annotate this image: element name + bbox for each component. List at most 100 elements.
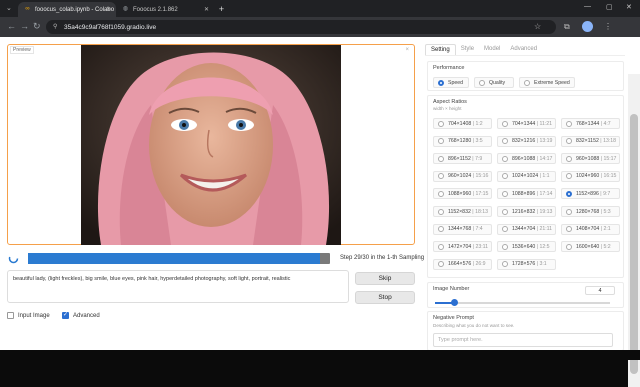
radio-dot[interactable] [438, 261, 444, 268]
radio-dot[interactable] [438, 243, 444, 250]
aspect-option[interactable]: 1088×960 | 17:15 [433, 188, 492, 200]
radio-label: Extreme Speed [534, 79, 570, 86]
aspect-option[interactable]: 1600×640 | 5:2 [561, 241, 620, 253]
aspect-size: 896×1088 [512, 155, 536, 162]
radio-dot[interactable] [566, 155, 572, 162]
radio-dot[interactable] [502, 138, 508, 145]
maximize-icon[interactable]: ▢ [606, 3, 613, 11]
image-number-slider[interactable] [435, 299, 610, 306]
input-image-checkbox[interactable]: Input Image [7, 312, 50, 319]
prompt-input[interactable]: beautiful lady, (light freckles), big sm… [7, 270, 349, 303]
performance-extreme-speed[interactable]: Extreme Speed [519, 77, 575, 88]
aspect-option[interactable]: 1216×832 | 19:13 [497, 206, 556, 217]
extensions-icon[interactable]: ⧉ [564, 22, 570, 32]
menu-icon[interactable]: ⋮ [604, 22, 612, 31]
tab-model[interactable]: Model [479, 44, 505, 55]
radio-dot[interactable] [566, 190, 572, 197]
aspect-option[interactable]: 704×1408 | 1:2 [433, 118, 492, 129]
radio-dot[interactable] [566, 138, 572, 145]
radio-dot[interactable] [566, 208, 572, 215]
radio-dot[interactable] [438, 190, 444, 197]
tab-search-icon[interactable]: ⌄ [6, 4, 15, 13]
performance-speed[interactable]: Speed [433, 77, 469, 88]
radio-dot[interactable] [502, 155, 508, 162]
scrollbar-thumb[interactable] [630, 114, 638, 374]
minimize-icon[interactable]: — [584, 3, 591, 10]
aspect-option[interactable]: 1088×896 | 17:14 [497, 188, 556, 200]
aspect-option[interactable]: 1472×704 | 23:11 [433, 241, 492, 253]
advanced-checkbox[interactable]: ✓ Advanced [62, 312, 100, 319]
negative-prompt-input[interactable]: Type prompt here. [433, 333, 613, 347]
aspect-option[interactable]: 768×1344 | 4:7 [561, 118, 620, 129]
aspect-option[interactable]: 768×1280 | 3:5 [433, 135, 492, 147]
checkbox-box[interactable]: ✓ [62, 312, 69, 319]
aspect-size: 1088×960 [448, 190, 472, 197]
radio-dot[interactable] [502, 261, 508, 268]
bookmark-star-icon[interactable]: ☆ [534, 22, 541, 31]
radio-dot[interactable] [502, 226, 508, 233]
stop-button[interactable]: Stop [355, 291, 415, 304]
profile-avatar[interactable] [582, 21, 593, 32]
radio-dot[interactable] [566, 120, 572, 127]
radio-dot[interactable] [479, 79, 485, 86]
skip-button[interactable]: Skip [355, 272, 415, 285]
aspect-option[interactable]: 960×1088 | 15:17 [561, 153, 620, 165]
browser-tab-fooocus[interactable]: ◍ Fooocus 2.1.862 ✕ [116, 2, 214, 17]
radio-dot[interactable] [566, 173, 572, 180]
window-close-icon[interactable]: ✕ [626, 3, 632, 11]
close-tab-icon[interactable]: ✕ [204, 6, 209, 13]
aspect-option[interactable]: 1728×576 | 3:1 [497, 258, 556, 270]
radio-dot[interactable] [566, 243, 572, 250]
site-info-icon[interactable]: ⚲ [53, 23, 57, 30]
radio-dot[interactable] [524, 79, 530, 86]
aspect-size: 960×1088 [576, 155, 600, 162]
radio-dot[interactable] [438, 79, 444, 86]
radio-dot[interactable] [566, 226, 572, 233]
aspect-option[interactable]: 1664×576 | 26:9 [433, 258, 492, 270]
performance-quality[interactable]: Quality [474, 77, 514, 88]
close-tab-icon[interactable]: ✕ [106, 6, 111, 13]
radio-dot[interactable] [502, 120, 508, 127]
aspect-option[interactable]: 832×1152 | 13:18 [561, 135, 620, 147]
aspect-option[interactable]: 1152×896 | 9:7 [561, 188, 620, 200]
radio-dot[interactable] [502, 243, 508, 250]
aspect-option[interactable]: 896×1152 | 7:9 [433, 153, 492, 165]
radio-dot[interactable] [438, 173, 444, 180]
aspect-option[interactable]: 1024×960 | 16:15 [561, 170, 620, 182]
aspect-option[interactable]: 896×1088 | 14:17 [497, 153, 556, 165]
radio-dot[interactable] [502, 190, 508, 197]
new-tab-icon[interactable]: + [216, 4, 227, 15]
browser-toolbar: ← → ↻ ⚲ 35a4c9c9af768f1059.gradio.live ☆… [0, 17, 640, 37]
aspect-option[interactable]: 1344×704 | 21:11 [497, 223, 556, 235]
image-number-input[interactable]: 4 [585, 286, 615, 295]
aspect-option[interactable]: 1152×832 | 18:13 [433, 206, 492, 217]
aspect-option[interactable]: 1408×704 | 2:1 [561, 223, 620, 235]
aspect-option[interactable]: 1280×768 | 5:3 [561, 206, 620, 217]
tab-style[interactable]: Style [456, 44, 479, 55]
tab-label: fooocus_colab.ipynb - Colabo [35, 6, 115, 13]
aspect-option[interactable]: 832×1216 | 13:19 [497, 135, 556, 147]
aspect-option[interactable]: 704×1344 | 11:21 [497, 118, 556, 129]
preview-close-icon[interactable]: × [405, 47, 409, 53]
radio-dot[interactable] [438, 155, 444, 162]
tab-advanced[interactable]: Advanced [505, 44, 542, 55]
reload-icon[interactable]: ↻ [33, 21, 41, 32]
back-icon[interactable]: ← [7, 21, 16, 31]
tab-setting[interactable]: Setting [425, 44, 456, 55]
address-bar[interactable]: ⚲ 35a4c9c9af768f1059.gradio.live [46, 20, 556, 34]
radio-dot[interactable] [438, 138, 444, 145]
radio-dot[interactable] [438, 120, 444, 127]
checkbox-box[interactable] [7, 312, 14, 319]
aspect-option[interactable]: 960×1024 | 15:16 [433, 170, 492, 182]
aspect-option[interactable]: 1024×1024 | 1:1 [497, 170, 556, 182]
slider-handle[interactable] [451, 299, 459, 306]
radio-dot[interactable] [502, 173, 508, 180]
radio-dot[interactable] [502, 208, 508, 215]
page-scrollbar[interactable] [628, 74, 640, 387]
aspect-option[interactable]: 1536×640 | 12:5 [497, 241, 556, 253]
forward-icon[interactable]: → [20, 21, 29, 31]
radio-dot[interactable] [438, 226, 444, 233]
radio-dot[interactable] [438, 208, 444, 215]
aspect-option[interactable]: 1344×768 | 7:4 [433, 223, 492, 235]
browser-tab-colab[interactable]: ∞ fooocus_colab.ipynb - Colabo ✕ [18, 2, 116, 17]
